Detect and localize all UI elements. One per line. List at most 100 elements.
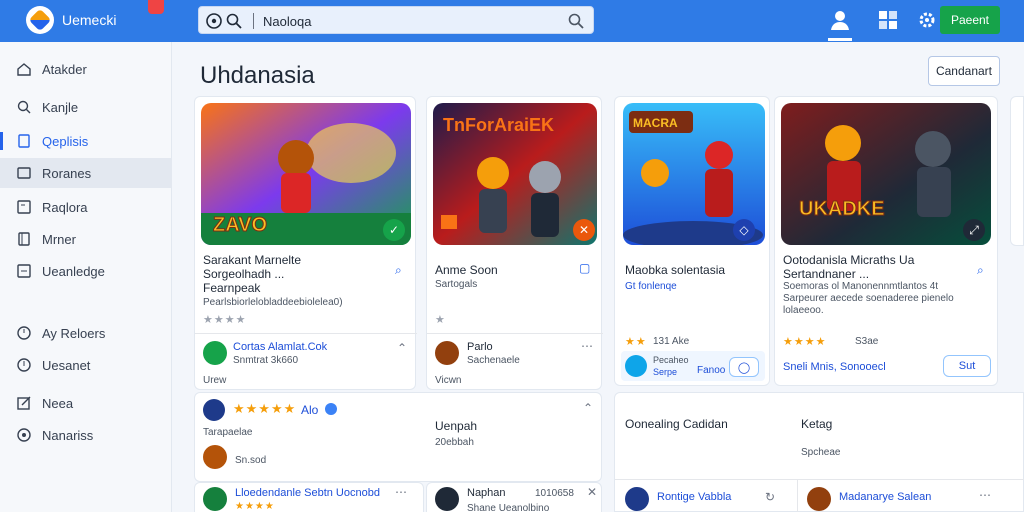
bookmark-icon	[18, 134, 30, 148]
game-card-4[interactable]: UKADKE ⤢ Ootodanisla Micraths Ua Sertand…	[774, 96, 998, 386]
review-card[interactable]: ★★★★★ Alo ⌃ Tarapaelae Sn.sod Uenpah 20e…	[194, 392, 602, 482]
game-card-2[interactable]: TnForAraiEK ✕ Anme Soon ▢ Sartogals ★ Pa…	[426, 96, 603, 390]
sidebar-item-label: Raqlora	[42, 200, 88, 215]
search-icon[interactable]: ⌕	[977, 263, 984, 278]
game-card-1[interactable]: ZAVO ✓ Sarakant Marnelte Sorgeolhadh ...…	[194, 96, 417, 390]
avatar[interactable]	[625, 355, 647, 377]
panel-row-right-name[interactable]: Madanarye Salean	[839, 491, 931, 503]
comment-author[interactable]: Cortas Alamlat.Cok	[233, 341, 327, 353]
sidebar-item-label: Qeplisis	[42, 134, 89, 149]
chevron-up-icon[interactable]: ⌃	[583, 401, 593, 415]
list-item-title[interactable]: Naphan	[467, 487, 506, 499]
search-divider	[253, 13, 254, 29]
avatar[interactable]	[203, 487, 227, 511]
comment-meta: Snmtrat 3k660	[233, 355, 299, 366]
sidebar-item-7[interactable]: Ueanledge	[0, 256, 172, 286]
sidebar-item-5[interactable]: Raqlora	[0, 192, 172, 222]
sidebar-item-4[interactable]: Roranes	[0, 158, 172, 188]
comment-author[interactable]: Parlo	[467, 341, 493, 353]
divider	[797, 479, 798, 512]
search-bar[interactable]	[198, 6, 594, 34]
search-input[interactable]	[263, 11, 553, 31]
gear-icon[interactable]	[918, 11, 936, 29]
list-item-title[interactable]: Lloedendanle Sebtn Uocnobd	[235, 487, 380, 499]
review-label: Tarapaelae	[203, 427, 253, 438]
sidebar-item-9[interactable]: Uesanet	[0, 350, 172, 380]
card-title: Maobka solentasia	[625, 263, 726, 277]
close-icon[interactable]: ✕	[587, 485, 597, 499]
card-meta: Pearlsbiorlelobladdeebiolelea0)	[203, 297, 343, 308]
card-subtitle: Sartogals	[435, 279, 478, 290]
clock-icon	[17, 358, 31, 372]
list-item[interactable]: Lloedendanle Sebtn Uocnobd ★★★★ ⋯	[194, 482, 424, 512]
sidebar-item-label: Neea	[42, 396, 74, 411]
rating-stars: ★★★★	[203, 314, 247, 326]
more-options-icon[interactable]: ⋯	[395, 485, 407, 499]
game-thumbnail-image[interactable]: TnForAraiEK	[433, 103, 597, 245]
avatar[interactable]	[435, 487, 459, 511]
header-action-button[interactable]: Candanart	[928, 56, 1000, 86]
rating-count: S3ae	[855, 336, 879, 347]
sidebar-item-label: Mrner	[42, 232, 76, 247]
search-icon[interactable]	[225, 12, 243, 30]
game-thumbnail-image[interactable]: UKADKE	[781, 103, 991, 245]
avatar[interactable]	[435, 341, 459, 365]
square-icon	[17, 200, 31, 214]
avatar[interactable]	[203, 341, 227, 365]
sidebar-item-2[interactable]: Kanjle	[0, 92, 172, 122]
chevron-up-icon[interactable]: ⌃	[397, 341, 407, 355]
card-title-line-2: Sertandnaner ...	[783, 267, 870, 281]
sidebar-item-label: Ueanledge	[42, 264, 105, 279]
primary-action-button[interactable]: Paeent	[940, 6, 1000, 34]
comment-footer: Urew	[203, 375, 227, 386]
avatar[interactable]	[203, 399, 225, 421]
game-thumbnail-image[interactable]: ZAVO	[201, 103, 411, 245]
panel-row-left-name[interactable]: Rontige Vabbla	[657, 491, 731, 503]
review-subtitle: 20ebbah	[435, 437, 474, 448]
sidebar-item-11[interactable]: Nanariss	[0, 420, 172, 450]
list-item-meta: 1010658	[535, 488, 574, 499]
footer-side-label: Fanoo	[697, 365, 726, 376]
refresh-icon[interactable]: ↻	[765, 490, 775, 504]
favorite-icon[interactable]: ✓	[383, 219, 405, 241]
footer-label[interactable]: Sneli Mnis, Sonooecl	[783, 361, 886, 373]
rating-star-icon: ★	[435, 314, 446, 326]
pin-icon[interactable]: ⤢	[963, 219, 985, 241]
edit-icon	[17, 396, 31, 410]
shield-icon[interactable]: ◇	[733, 219, 755, 241]
avatar[interactable]	[807, 487, 831, 511]
more-options-icon[interactable]: ⋯	[581, 339, 593, 353]
svg-text:MACRA: MACRA	[633, 116, 678, 130]
sidebar-item-8[interactable]: Ay Reloers	[0, 318, 172, 348]
app-title: Uemecki	[62, 12, 117, 28]
svg-text:TnForAraiEK: TnForAraiEK	[443, 115, 554, 135]
toggle-icon[interactable]: ◯	[729, 357, 759, 377]
page-title: Uhdanasia	[200, 62, 315, 89]
app-logo[interactable]	[26, 6, 54, 34]
user-icon[interactable]	[828, 8, 852, 32]
search-submit-icon[interactable]	[567, 12, 585, 30]
sidebar-item-1[interactable]: Atakder	[0, 54, 172, 84]
card-title-line-1: Ootodanisla Micraths Ua	[783, 253, 915, 267]
notification-badge[interactable]	[148, 0, 164, 14]
list-item[interactable]: Naphan 1010658 Shane Ueanolbino ✕	[426, 482, 602, 512]
checkbox-icon[interactable]: ▢	[579, 261, 590, 275]
partial-card[interactable]	[1010, 96, 1024, 246]
avatar[interactable]	[625, 487, 649, 511]
more-options-icon[interactable]: ⋯	[979, 488, 991, 502]
comment-meta: Sachenaele	[467, 355, 520, 366]
sidebar-item-6[interactable]: Mrner	[0, 224, 172, 254]
apps-grid-icon[interactable]	[878, 10, 898, 30]
search-icon	[17, 100, 31, 114]
search-options-icon[interactable]	[205, 12, 223, 30]
game-card-3[interactable]: MACRA ◇ Maobka solentasia Gt fonlenqe ★★…	[614, 96, 770, 386]
sidebar-item-label: Uesanet	[42, 358, 91, 373]
rating-stars: ★★★★	[235, 501, 275, 512]
sidebar-item-label: Ay Reloers	[42, 326, 106, 341]
action-pill[interactable]: Sut	[943, 355, 991, 377]
search-icon[interactable]: ⌕	[395, 263, 402, 278]
sidebar-item-3[interactable]: Qeplisis	[0, 126, 172, 156]
sidebar-item-10[interactable]: Neea	[0, 388, 172, 418]
close-icon[interactable]: ✕	[573, 219, 595, 241]
avatar[interactable]	[203, 445, 227, 469]
